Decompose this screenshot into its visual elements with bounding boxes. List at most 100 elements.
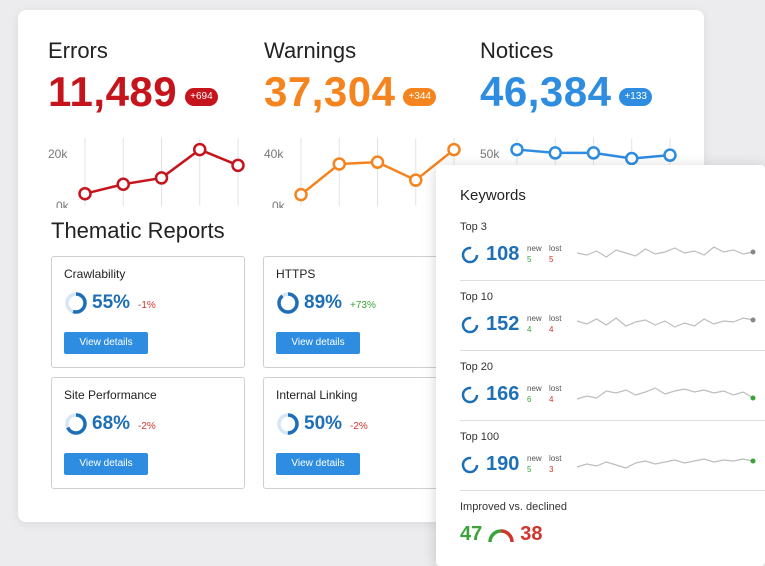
report-name: Internal Linking <box>276 388 358 402</box>
report-name: Crawlability <box>64 267 126 281</box>
report-name: HTTPS <box>276 267 316 281</box>
notices-label: Notices <box>480 38 554 63</box>
lost-label: lost <box>549 314 562 323</box>
keyword-row-top100: Top 100 190 new 5 lost 3 <box>460 431 765 501</box>
new-label: new <box>527 244 542 253</box>
trend-point <box>78 186 92 201</box>
trend-point <box>625 151 639 166</box>
report-card-site-performance: Site Performance 68% -2% View details <box>51 377 245 489</box>
trend-point <box>447 142 461 157</box>
keyword-row-label: Top 3 <box>460 221 487 233</box>
progress-ring-icon <box>65 413 87 435</box>
lost-counter: lost 4 <box>549 313 561 335</box>
report-card-crawlability: Crawlability 55% -1% View details <box>51 256 245 368</box>
sparkline-end-dot <box>750 317 756 323</box>
keyword-sparkline <box>576 458 756 469</box>
new-value: 5 <box>527 255 532 264</box>
divider <box>460 280 765 281</box>
lost-value: 4 <box>549 325 554 334</box>
improved-count: 47 <box>460 523 483 545</box>
trend-point <box>370 155 385 169</box>
keyword-row-top20: Top 20 166 new 6 lost 4 <box>460 361 765 431</box>
notices-delta-badge: +133 <box>619 88 652 106</box>
refresh-ring-icon <box>461 246 479 263</box>
warnings-stat: Warnings 37,304 +344 40k 0k <box>264 38 464 208</box>
thematic-reports-title: Thematic Reports <box>51 218 225 243</box>
lost-label: lost <box>549 244 562 253</box>
lost-counter: lost 3 <box>549 453 561 475</box>
report-percent: 68% <box>92 413 131 434</box>
trend-point <box>510 142 524 157</box>
lost-label: lost <box>549 384 562 393</box>
keyword-row-label: Top 10 <box>460 291 494 303</box>
errors-delta-badge: +694 <box>185 88 218 106</box>
new-label: new <box>527 314 542 323</box>
sparkline-end-dot <box>750 395 756 401</box>
improved-vs-declined-label: Improved vs. declined <box>460 501 567 513</box>
refresh-ring-icon <box>461 386 479 403</box>
refresh-ring-icon <box>461 316 479 333</box>
new-value: 6 <box>527 395 532 404</box>
report-change: -2% <box>138 420 156 432</box>
trend-point <box>409 173 423 187</box>
errors-stat: Errors 11,489 +694 20k 0k <box>48 38 248 208</box>
keyword-count: 108 <box>486 243 520 265</box>
warnings-delta-badge: +344 <box>403 88 436 106</box>
new-counter: new 6 <box>527 383 542 405</box>
sparkline-path <box>576 317 754 328</box>
sparkline-path <box>576 458 754 469</box>
errors-trend-chart: 20k 0k <box>48 138 245 208</box>
trend-point <box>294 187 308 202</box>
divider <box>460 350 765 351</box>
divider <box>460 420 765 421</box>
keyword-sparkline <box>576 246 756 258</box>
keyword-sparkline <box>576 387 756 401</box>
improved-vs-declined: 47 38 <box>460 523 543 546</box>
new-counter: new 5 <box>527 453 542 475</box>
trend-point <box>116 177 130 191</box>
warnings-count: 37,304 <box>264 68 396 115</box>
lost-value: 4 <box>549 395 554 404</box>
progress-ring-icon <box>277 292 299 314</box>
keyword-sparkline <box>576 317 756 328</box>
new-value: 4 <box>527 325 532 334</box>
refresh-ring-icon <box>461 456 479 473</box>
warnings-ymax: 40k <box>264 147 284 161</box>
notices-count: 46,384 <box>480 68 612 115</box>
declined-count: 38 <box>520 523 543 545</box>
errors-count: 11,489 <box>48 68 178 115</box>
view-details-button[interactable]: View details <box>276 453 360 475</box>
keyword-count: 190 <box>486 453 520 475</box>
new-counter: new 4 <box>527 313 542 335</box>
keyword-row-top10: Top 10 152 new 4 lost 4 <box>460 291 765 361</box>
report-change: -1% <box>138 299 156 311</box>
report-percent: 55% <box>92 292 131 313</box>
errors-ymax: 20k <box>48 147 68 161</box>
errors-ymin: 0k <box>56 199 70 208</box>
keyword-row-label: Top 20 <box>460 361 494 373</box>
keyword-count: 166 <box>486 383 520 405</box>
progress-ring-icon <box>65 292 87 314</box>
sparkline-end-dot <box>750 458 756 464</box>
notices-stat: Notices 46,384 +133 50k <box>480 38 680 206</box>
view-details-button[interactable]: View details <box>276 332 360 354</box>
report-percent: 50% <box>304 413 343 434</box>
view-details-button[interactable]: View details <box>64 332 148 354</box>
lost-label: lost <box>549 454 562 463</box>
view-details-button[interactable]: View details <box>64 453 148 475</box>
keywords-card: Keywords Top 3 108 new 5 lost 5 Top 10 152… <box>436 165 765 566</box>
ring-fill <box>277 292 299 314</box>
keyword-row-label: Top 100 <box>460 431 500 443</box>
warnings-trend-chart: 40k 0k <box>264 138 461 208</box>
new-counter: new 5 <box>527 243 542 265</box>
keyword-row-top3: Top 3 108 new 5 lost 5 <box>460 221 765 291</box>
divider <box>460 490 765 491</box>
new-value: 5 <box>527 465 532 474</box>
keywords-title: Keywords <box>460 187 526 204</box>
report-card-internal-linking: Internal Linking 50% -2% View details <box>263 377 457 489</box>
gauge-icon <box>488 528 514 542</box>
keyword-count: 152 <box>486 313 520 335</box>
trend-point <box>231 158 245 173</box>
sparkline-path <box>576 246 754 258</box>
report-change: +73% <box>350 299 376 311</box>
